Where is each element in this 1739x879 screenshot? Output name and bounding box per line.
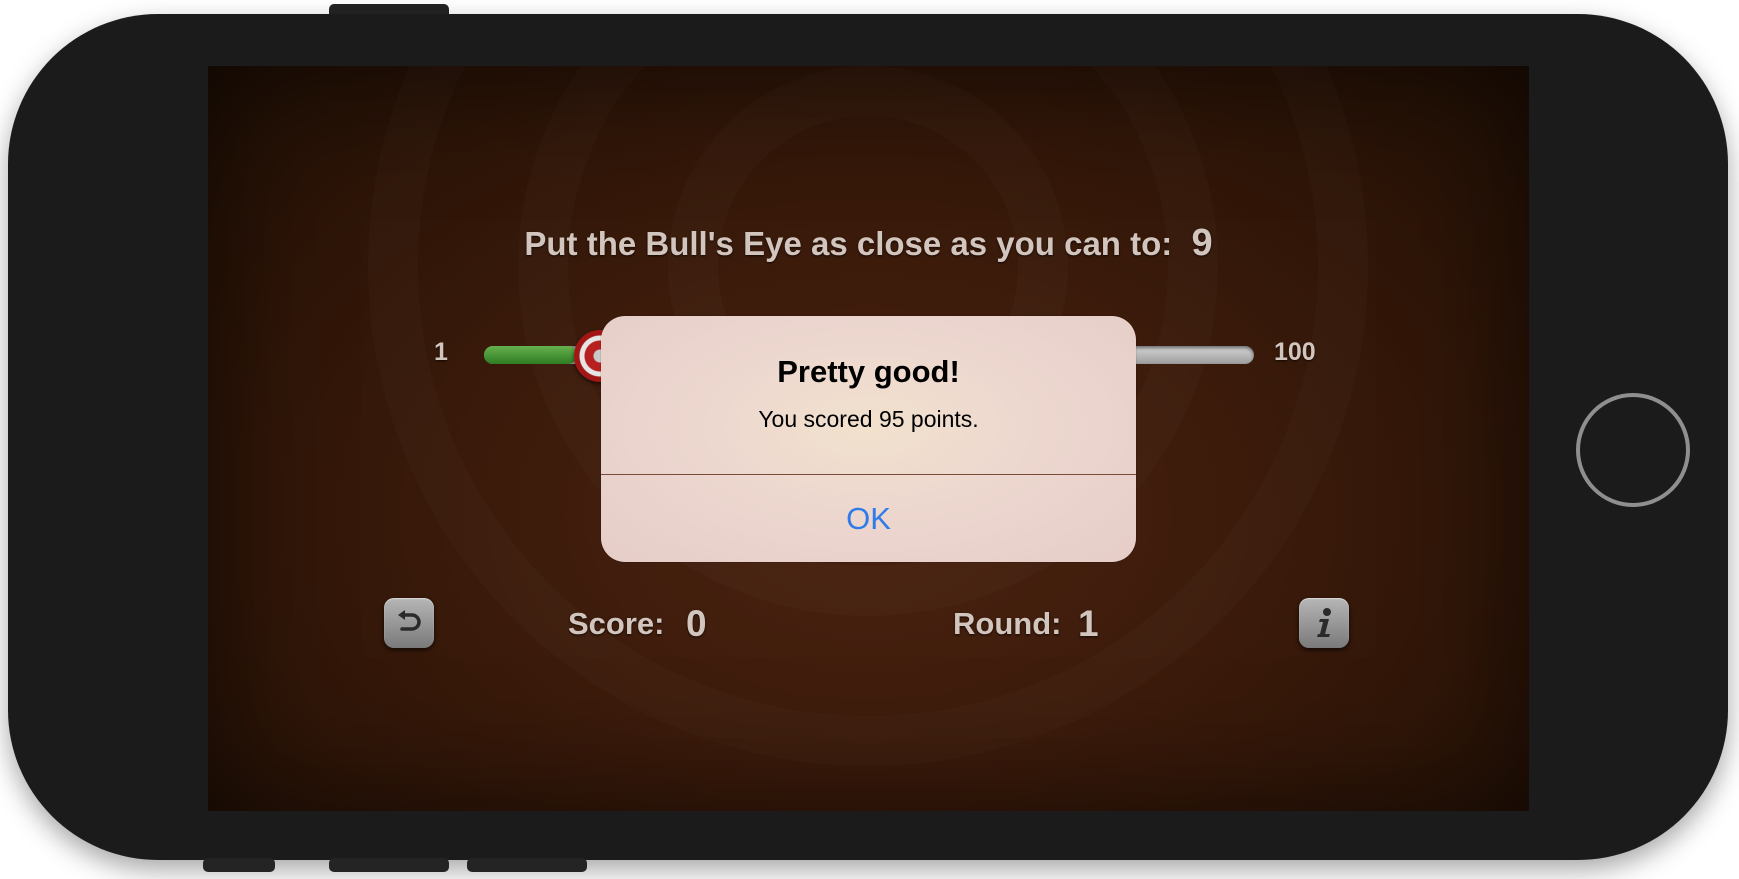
- device-volume-up-button: [329, 858, 449, 872]
- device-volume-down-button: [467, 858, 587, 872]
- alert-overlay: Pretty good! You scored 95 points. OK: [208, 66, 1529, 811]
- device-side-button: [203, 858, 275, 872]
- alert-ok-button[interactable]: OK: [601, 475, 1136, 562]
- home-button[interactable]: [1576, 393, 1690, 507]
- score-alert-dialog: Pretty good! You scored 95 points. OK: [601, 316, 1136, 562]
- alert-title: Pretty good!: [777, 354, 960, 389]
- alert-message: You scored 95 points.: [758, 406, 979, 432]
- game-screen: Put the Bull's Eye as close as you can t…: [208, 66, 1529, 811]
